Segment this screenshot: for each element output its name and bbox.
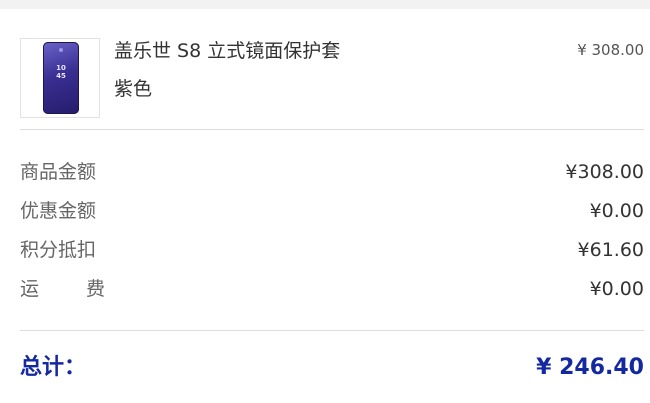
summary-label: 商品金额 xyxy=(20,161,97,183)
summary-label: 积分抵扣 xyxy=(20,239,97,261)
phone-clock: 10 45 xyxy=(56,64,66,80)
summary-label-part: 运 xyxy=(20,278,40,300)
total-label: 总计： xyxy=(20,355,87,380)
divider xyxy=(20,129,644,130)
summary-value: ¥308.00 xyxy=(565,161,644,183)
summary-value: ¥0.00 xyxy=(589,278,644,300)
summary-label-part: 费 xyxy=(86,278,106,300)
top-strip xyxy=(0,0,650,9)
summary-label: 优惠金额 xyxy=(20,200,97,222)
product-price: ¥ 308.00 xyxy=(577,41,644,59)
summary-row-points: 积分抵扣 ¥61.60 xyxy=(20,237,644,263)
summary-label: 运费 xyxy=(20,276,105,302)
summary-value: ¥61.60 xyxy=(577,239,644,261)
product-thumbnail[interactable]: 10 45 xyxy=(20,38,100,118)
order-item[interactable]: 10 45 盖乐世 S8 立式镜面保护套 紫色 ¥ 308.00 xyxy=(20,38,644,120)
divider xyxy=(20,330,644,331)
summary-row-discount: 优惠金额 ¥0.00 xyxy=(20,198,644,224)
product-name[interactable]: 盖乐世 S8 立式镜面保护套 xyxy=(114,40,340,62)
total-value: ¥ 246.40 xyxy=(536,355,644,380)
product-variant: 紫色 xyxy=(114,78,153,100)
phone-case-image: 10 45 xyxy=(43,42,79,114)
camera-icon xyxy=(59,48,63,52)
summary-row-subtotal: 商品金额 ¥308.00 xyxy=(20,159,644,185)
summary-row-shipping: 运费 ¥0.00 xyxy=(20,276,644,302)
summary-value: ¥0.00 xyxy=(589,200,644,222)
